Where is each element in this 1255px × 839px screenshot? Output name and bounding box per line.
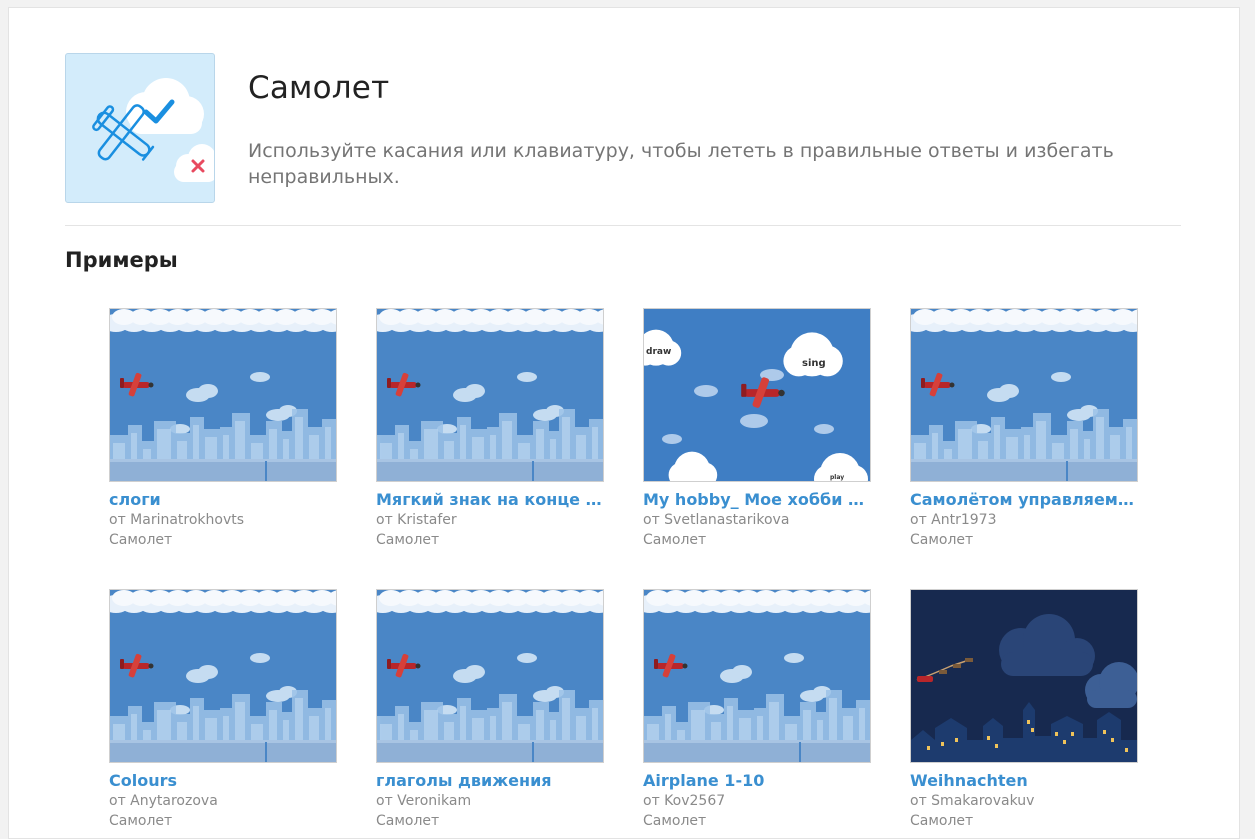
- example-template: Самолет: [643, 813, 707, 829]
- template-description: Используйте касания или клавиатуру, чтоб…: [248, 140, 1114, 188]
- example-template: Самолет: [109, 813, 173, 829]
- example-template: Самолет: [376, 813, 440, 829]
- example-title-link[interactable]: Самолётом управляем - п...: [910, 490, 1138, 510]
- svg-text:sing: sing: [802, 358, 826, 369]
- example-template: Самолет: [910, 532, 974, 548]
- example-thumbnail[interactable]: draw sing play: [643, 308, 871, 482]
- example-title-link[interactable]: слоги: [109, 490, 337, 510]
- example-card[interactable]: Airplane 1-10 от Kov2567 Самолет: [643, 589, 871, 831]
- example-thumbnail[interactable]: [376, 308, 604, 482]
- example-author: от Anytarozova: [109, 793, 218, 809]
- example-author: от Veronikam: [376, 793, 472, 809]
- example-thumbnail[interactable]: [910, 308, 1138, 482]
- example-title-link[interactable]: Colours: [109, 771, 337, 791]
- example-title-link[interactable]: Airplane 1-10: [643, 771, 871, 791]
- airplane-clouds-icon: [65, 53, 215, 203]
- example-author: от Kov2567: [643, 793, 726, 809]
- example-title-link[interactable]: глаголы движения: [376, 771, 604, 791]
- example-card[interactable]: Weihnachten от Smakarovakuv Самолет: [910, 589, 1138, 831]
- example-template: Самолет: [109, 532, 173, 548]
- examples-heading: Примеры: [65, 248, 178, 272]
- example-template: Самолет: [910, 813, 974, 829]
- example-author: от Marinatrokhovts: [109, 512, 245, 528]
- example-author: от Svetlanastarikova: [643, 512, 790, 528]
- page-title: Самолет: [248, 70, 390, 106]
- example-card[interactable]: глаголы движения от Veronikam Самолет: [376, 589, 604, 831]
- svg-text:play: play: [830, 474, 844, 481]
- example-thumbnail[interactable]: [109, 308, 337, 482]
- example-title-link[interactable]: Weihnachten: [910, 771, 1138, 791]
- example-title-link[interactable]: My hobby_ Мое хобби (иг...: [643, 490, 871, 510]
- example-template: Самолет: [376, 532, 440, 548]
- example-thumbnail[interactable]: [109, 589, 337, 763]
- example-thumbnail[interactable]: [376, 589, 604, 763]
- example-author: от Antr1973: [910, 512, 997, 528]
- example-author: от Kristafer: [376, 512, 457, 528]
- divider: [65, 225, 1181, 226]
- example-card[interactable]: Мягкий знак на конце су... от Kristafer …: [376, 308, 604, 550]
- example-card[interactable]: draw sing play My hobby_ Мое хобби (иг..…: [643, 308, 871, 550]
- example-thumbnail[interactable]: [643, 589, 871, 763]
- example-template: Самолет: [643, 532, 707, 548]
- example-thumbnail[interactable]: [910, 589, 1138, 763]
- example-card[interactable]: Самолётом управляем - п... от Antr1973 С…: [910, 308, 1138, 550]
- example-author: от Smakarovakuv: [910, 793, 1035, 809]
- template-panel: Самолет Используйте касания или клавиату…: [8, 7, 1240, 839]
- example-card[interactable]: слоги от Marinatrokhovts Самолет: [109, 308, 337, 550]
- svg-text:draw: draw: [646, 347, 671, 357]
- example-title-link[interactable]: Мягкий знак на конце су...: [376, 490, 604, 510]
- example-card[interactable]: Colours от Anytarozova Самолет: [109, 589, 337, 831]
